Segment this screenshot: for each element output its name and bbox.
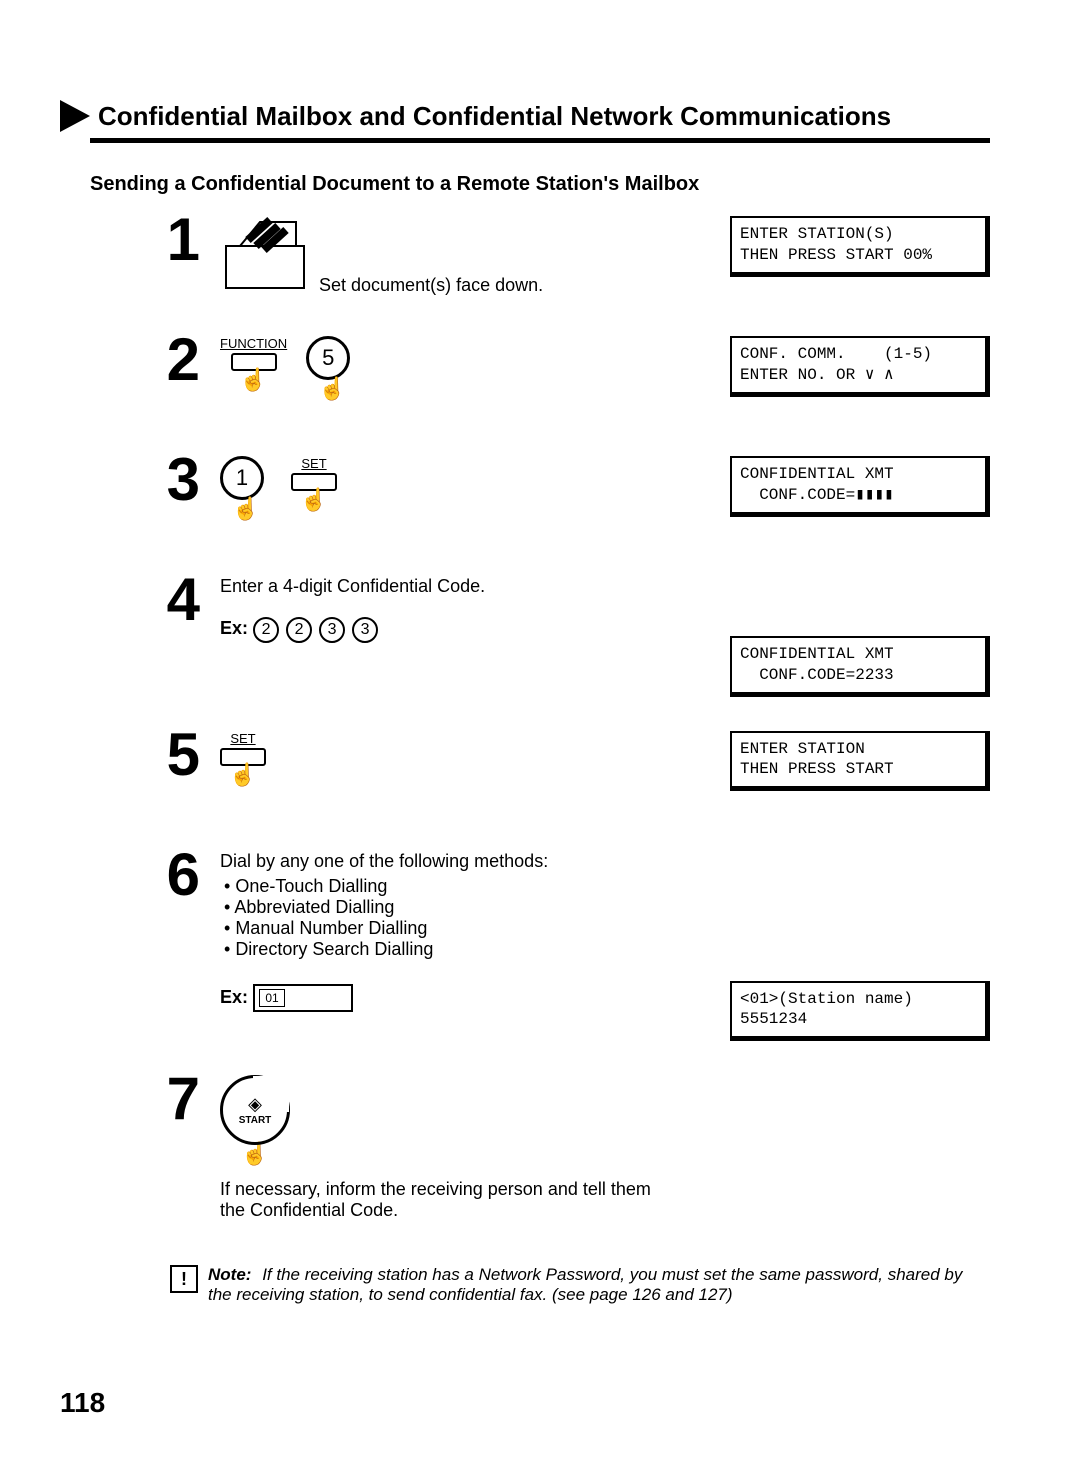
- step-6: 6 Dial by any one of the following metho…: [60, 851, 990, 1056]
- page-title: Confidential Mailbox and Confidential Ne…: [98, 101, 891, 132]
- lcd-display: <01>(Station name) 5551234: [730, 981, 990, 1042]
- lcd-display: CONFIDENTIAL XMT CONF.CODE=2233: [730, 636, 990, 697]
- hand-press-icon: ☝: [300, 489, 327, 511]
- page: Confidential Mailbox and Confidential Ne…: [0, 0, 1080, 1345]
- step-2: 2 FUNCTION ☝ 5 ☝ CONF. COMM. (1-5) ENTER…: [60, 336, 990, 436]
- example-label: Ex:: [220, 618, 248, 638]
- pointer-icon: [60, 100, 90, 132]
- hand-press-icon: ☝: [241, 1143, 268, 1165]
- lcd-display: CONFIDENTIAL XMT CONF.CODE=▮▮▮▮: [730, 456, 990, 517]
- step-number: 7: [140, 1069, 220, 1129]
- start-button[interactable]: ◈ START: [220, 1075, 290, 1145]
- dial-methods-list: One-Touch Dialling Abbreviated Dialling …: [224, 876, 710, 960]
- one-touch-key[interactable]: 01: [253, 984, 353, 1012]
- lcd-display: ENTER STATION(S) THEN PRESS START 00%: [730, 216, 990, 277]
- step-4-text: Enter a 4-digit Confidential Code.: [220, 576, 710, 597]
- step-number: 4: [140, 570, 220, 630]
- document-feeder-icon: [220, 216, 310, 296]
- keypad-digit[interactable]: 2: [286, 617, 312, 643]
- step-number: 5: [140, 725, 220, 785]
- note-icon: !: [170, 1265, 198, 1293]
- step-7: 7 ◈ START ☝ If necessary, inform the rec…: [60, 1075, 990, 1225]
- step-6-text: Dial by any one of the following methods…: [220, 851, 710, 872]
- divider: [90, 138, 990, 143]
- keypad-1-button[interactable]: 1 ☝: [220, 456, 272, 520]
- note-label: Note:: [208, 1265, 251, 1284]
- keypad-digit[interactable]: 2: [253, 617, 279, 643]
- note: ! Note: If the receiving station has a N…: [170, 1265, 990, 1305]
- step-number: 3: [140, 450, 220, 510]
- keypad-5-button[interactable]: 5 ☝: [306, 336, 358, 400]
- start-icon: ◈: [248, 1094, 262, 1115]
- step-5: 5 SET ☝ ENTER STATION THEN PRESS START: [60, 731, 990, 831]
- example-label: Ex:: [220, 986, 248, 1006]
- lcd-display: ENTER STATION THEN PRESS START: [730, 731, 990, 792]
- step-1-text: Set document(s) face down.: [319, 275, 543, 296]
- step-4: 4 Enter a 4-digit Confidential Code. Ex:…: [60, 576, 990, 711]
- list-item: Abbreviated Dialling: [224, 897, 710, 918]
- step-3: 3 1 ☝ SET ☝ CONFIDENTIAL XMT CONF.CODE=▮…: [60, 456, 990, 556]
- hand-press-icon: ☝: [232, 498, 259, 520]
- keypad-digit[interactable]: 3: [352, 617, 378, 643]
- hand-press-icon: ☝: [318, 378, 345, 400]
- set-button[interactable]: SET ☝: [220, 731, 266, 786]
- section-subtitle: Sending a Confidential Document to a Rem…: [90, 173, 990, 196]
- step-7-text: If necessary, inform the receiving perso…: [220, 1179, 680, 1221]
- page-number: 118: [60, 1387, 105, 1419]
- note-text: If the receiving station has a Network P…: [208, 1265, 962, 1304]
- hand-press-icon: ☝: [240, 369, 267, 391]
- list-item: Directory Search Dialling: [224, 939, 710, 960]
- section-header: Confidential Mailbox and Confidential Ne…: [60, 100, 990, 132]
- keypad-digit[interactable]: 3: [319, 617, 345, 643]
- step-number: 2: [140, 330, 220, 390]
- step-number: 6: [140, 845, 220, 905]
- list-item: Manual Number Dialling: [224, 918, 710, 939]
- lcd-display: CONF. COMM. (1-5) ENTER NO. OR ∨ ∧: [730, 336, 990, 397]
- set-button[interactable]: SET ☝: [291, 456, 337, 511]
- list-item: One-Touch Dialling: [224, 876, 710, 897]
- step-number: 1: [140, 210, 220, 270]
- hand-press-icon: ☝: [229, 764, 256, 786]
- step-1: 1 Set document(s) face down. ENTER STATI…: [60, 216, 990, 316]
- function-button[interactable]: FUNCTION ☝: [220, 336, 287, 391]
